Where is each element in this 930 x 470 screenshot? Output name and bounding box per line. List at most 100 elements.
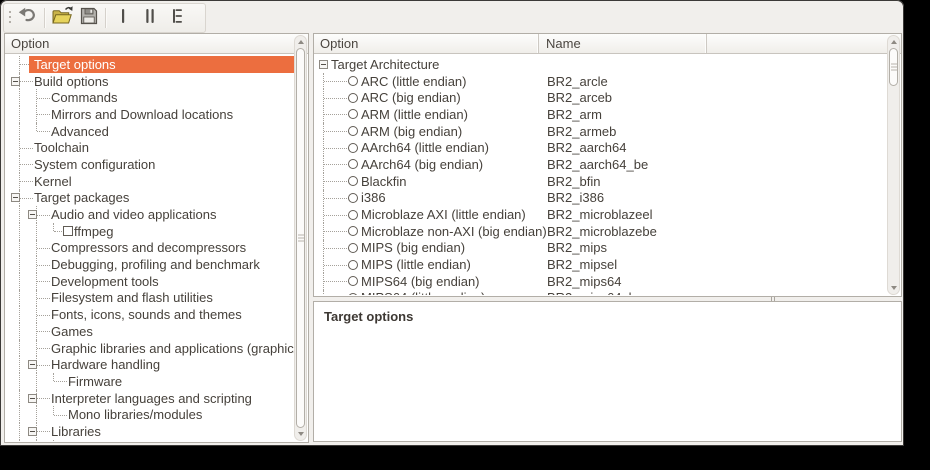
tree-row[interactable]: Mono libraries/modules (6, 406, 294, 423)
tree-item-label: Fonts, icons, sounds and themes (46, 306, 247, 323)
symbol-name: BR2_mips (547, 240, 607, 257)
load-button[interactable] (48, 6, 75, 30)
symbol-name: BR2_aarch64_be (547, 156, 648, 173)
tree-item-label: Toolchain (29, 139, 94, 156)
tree-item-label: ffmpeg (69, 223, 119, 240)
tree-row[interactable]: Hardware handling (6, 356, 294, 373)
tree-expander-minus-icon[interactable] (28, 360, 37, 369)
tree-item-label: Target packages (29, 190, 134, 207)
scroll-down-icon[interactable] (298, 432, 304, 436)
tree-row[interactable]: ARC (big endian)BR2_arceb (315, 89, 887, 106)
tree-row[interactable]: Target options (6, 56, 294, 73)
tree-expander-minus-icon[interactable] (28, 394, 37, 403)
tree-row[interactable]: Microblaze non-AXI (big endian)BR2_micro… (315, 223, 887, 240)
save-button[interactable] (75, 6, 102, 30)
tree-row[interactable]: Graphic libraries and applications (grap… (6, 340, 294, 357)
tree-item-label: ARC (big endian) (356, 89, 466, 106)
tree-row[interactable]: ARM (little endian)BR2_arm (315, 106, 887, 123)
left-panel-header[interactable]: Option (5, 34, 308, 54)
tree-expander-minus-icon[interactable] (28, 427, 37, 436)
tree-row[interactable]: Development tools (6, 273, 294, 290)
split-view-button[interactable] (136, 6, 163, 30)
symbol-name: BR2_arcle (547, 73, 608, 90)
tree-row[interactable]: MIPS (little endian)BR2_mipsel (315, 256, 887, 273)
tree-row[interactable]: Mirrors and Download locations (6, 106, 294, 123)
toolbar-separator (44, 8, 45, 28)
back-button[interactable] (14, 6, 41, 30)
tree-row[interactable]: ffmpeg (6, 223, 294, 240)
tree-item-label: Firmware (63, 373, 127, 390)
right-panel-header[interactable]: Option Name (314, 34, 901, 54)
symbol-name: BR2_i386 (547, 190, 604, 207)
tree-row[interactable]: Compressors and decompressors (6, 240, 294, 257)
tree-expander-minus-icon[interactable] (11, 77, 20, 86)
scroll-up-icon[interactable] (891, 40, 897, 44)
tree-row[interactable]: AArch64 (little endian)BR2_aarch64 (315, 139, 887, 156)
tree-item-label: Microblaze AXI (little endian) (356, 206, 531, 223)
tree-item-label: Compressors and decompressors (46, 240, 251, 257)
tree-item-label: Build options (29, 73, 113, 90)
tree-row[interactable]: Target packages (6, 190, 294, 207)
tree-item-label: Mono libraries/modules (63, 406, 207, 423)
symbol-name: BR2_mipsel (547, 256, 617, 273)
tree-item-label: Audio and video applications (46, 206, 222, 223)
tree-row[interactable]: Commands (6, 89, 294, 106)
tree-row[interactable]: Filesystem and flash utilities (6, 290, 294, 307)
left-scrollbar-thumb[interactable] (296, 48, 305, 428)
tree-row[interactable]: Toolchain (6, 139, 294, 156)
column-divider[interactable] (706, 34, 707, 53)
tree-row[interactable]: Kernel (6, 173, 294, 190)
tree-row[interactable]: System configuration (6, 156, 294, 173)
column-divider[interactable] (538, 34, 539, 53)
tree-row[interactable]: Interpreter languages and scripting (6, 390, 294, 407)
single-view-button[interactable] (109, 6, 136, 30)
tree-row[interactable]: Build options (6, 73, 294, 90)
tree-row[interactable]: MIPS64 (little endian)BR2_mips64el (315, 290, 887, 295)
tree-row[interactable]: ARM (big endian) BR2_armeb (315, 123, 887, 140)
tree-row[interactable]: i386BR2_i386 (315, 190, 887, 207)
tree-expander-minus-icon[interactable] (11, 193, 20, 202)
tree-item-label: AArch64 (big endian) (356, 156, 488, 173)
tree-row[interactable]: Audio/Sound (6, 440, 294, 441)
tree-item-label: AArch64 (little endian) (356, 139, 494, 156)
tree-row[interactable]: Firmware (6, 373, 294, 390)
tree-item-label: Development tools (46, 273, 164, 290)
full-view-button[interactable] (163, 6, 190, 30)
right-scrollbar-thumb[interactable] (889, 48, 898, 86)
tree-item-label: Commands (46, 89, 122, 106)
left-vertical-scrollbar[interactable] (294, 35, 307, 441)
tree-item-label: ARM (big endian) (356, 123, 467, 140)
symbol-name: BR2_armeb (547, 123, 616, 140)
tree-row[interactable]: Fonts, icons, sounds and themes (6, 306, 294, 323)
config-list-panel: Option Name Target ArchitectureARC (litt… (313, 33, 902, 297)
tree-row[interactable]: Microblaze AXI (little endian) BR2_microb… (315, 206, 887, 223)
tree-row[interactable]: ARC (little endian)BR2_arcle (315, 73, 887, 90)
tree-item-label: Blackfin (356, 173, 412, 190)
tree-row[interactable]: MIPS (big endian)BR2_mips (315, 240, 887, 257)
scroll-down-icon[interactable] (891, 286, 897, 290)
tree-row[interactable]: Debugging, profiling and benchmark (6, 256, 294, 273)
tree-row[interactable]: Games (6, 323, 294, 340)
right-vertical-scrollbar[interactable] (887, 35, 900, 295)
tree-row[interactable]: BlackfinBR2_bfin (315, 173, 887, 190)
tree-row[interactable]: Audio and video applications (6, 206, 294, 223)
tree-item-label: Debugging, profiling and benchmark (46, 256, 265, 273)
symbol-name: BR2_arm (547, 106, 602, 123)
tree-row[interactable]: Advanced (6, 123, 294, 140)
tree-row[interactable]: Target Architecture (315, 56, 887, 73)
symbol-name: BR2_mips64el (547, 290, 632, 295)
toolbar-drag-handle[interactable] (8, 11, 11, 26)
scroll-up-icon[interactable] (298, 40, 304, 44)
tree-expander-minus-icon[interactable] (28, 210, 37, 219)
symbol-name: BR2_microblazeel (547, 206, 653, 223)
tree-item-label: Games (46, 323, 98, 340)
tree-item-label: Audio/Sound (63, 440, 147, 441)
tree-row[interactable]: MIPS64 (big endian)BR2_mips64 (315, 273, 887, 290)
split-view-icon (140, 6, 160, 31)
tree-item-label: System configuration (29, 156, 160, 173)
tree-item-label: Target options (29, 56, 294, 73)
tree-item-label: Hardware handling (46, 356, 165, 373)
tree-row[interactable]: AArch64 (big endian) BR2_aarch64_be (315, 156, 887, 173)
tree-item-label: Kernel (29, 173, 77, 190)
tree-row[interactable]: Libraries (6, 423, 294, 440)
